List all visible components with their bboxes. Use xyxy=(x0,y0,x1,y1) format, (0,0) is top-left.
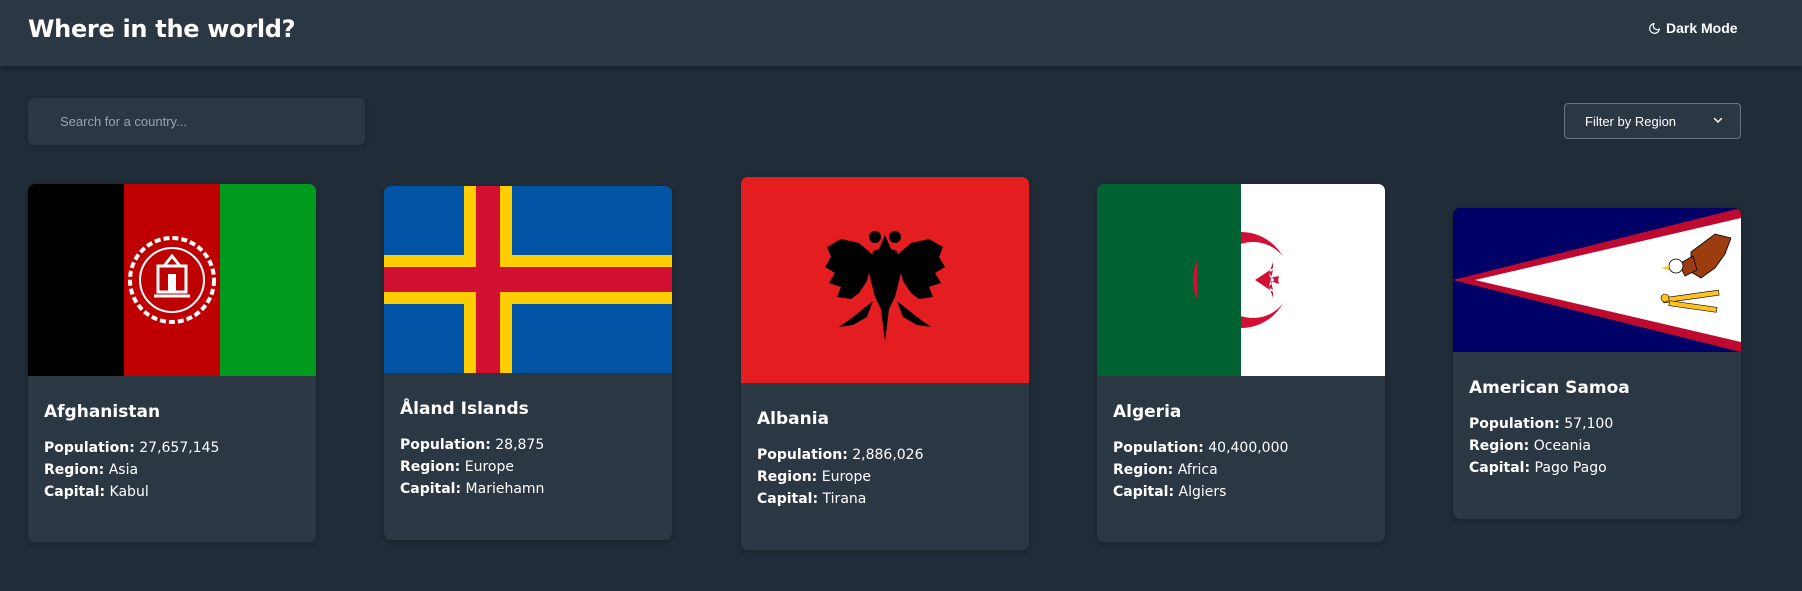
region-label: Region: xyxy=(757,469,818,485)
population-stat: Population: 57,100 xyxy=(1469,413,1725,435)
population-value: 28,875 xyxy=(495,437,545,453)
capital-value: Tirana xyxy=(822,491,867,507)
population-value: 2,886,026 xyxy=(852,447,924,463)
capital-stat: Capital: Mariehamn xyxy=(400,478,656,500)
capital-stat: Capital: Algiers xyxy=(1113,481,1369,503)
country-name: Afghanistan xyxy=(44,402,161,422)
region-stat: Region: Europe xyxy=(757,466,1013,488)
capital-label: Capital: xyxy=(757,491,819,507)
country-card-american-samoa[interactable]: American Samoa Population: 57,100 Region… xyxy=(1453,208,1741,519)
capital-value: Pago Pago xyxy=(1534,460,1607,476)
app-header: Where in the world? Dark Mode xyxy=(0,0,1802,66)
search-input[interactable] xyxy=(28,98,365,145)
population-label: Population: xyxy=(400,437,491,453)
region-filter-dropdown[interactable]: Filter by Region xyxy=(1564,103,1741,139)
population-label: Population: xyxy=(1469,416,1560,432)
region-stat: Region: Asia xyxy=(44,459,300,481)
country-card-albania[interactable]: Albania Population: 2,886,026 Region: Eu… xyxy=(741,177,1029,550)
capital-stat: Capital: Pago Pago xyxy=(1469,457,1725,479)
country-name: Albania xyxy=(757,409,830,429)
region-stat: Region: Africa xyxy=(1113,459,1369,481)
country-name: Åland Islands xyxy=(400,399,529,419)
region-value: Africa xyxy=(1177,462,1218,478)
aland-islands-flag xyxy=(384,186,672,373)
capital-label: Capital: xyxy=(1469,460,1531,476)
capital-label: Capital: xyxy=(1113,484,1175,500)
population-label: Population: xyxy=(1113,440,1204,456)
population-label: Population: xyxy=(44,440,135,456)
region-label: Region: xyxy=(400,459,461,475)
region-label: Region: xyxy=(1469,438,1530,454)
population-stat: Population: 2,886,026 xyxy=(757,444,1013,466)
population-stat: Population: 40,400,000 xyxy=(1113,437,1369,459)
dark-mode-toggle[interactable]: Dark Mode xyxy=(1648,20,1738,36)
region-value: Europe xyxy=(464,459,514,475)
region-value: Oceania xyxy=(1533,438,1591,454)
population-stat: Population: 27,657,145 xyxy=(44,437,300,459)
population-value: 27,657,145 xyxy=(139,440,220,456)
population-value: 40,400,000 xyxy=(1208,440,1289,456)
region-stat: Region: Europe xyxy=(400,456,656,478)
region-value: Asia xyxy=(108,462,139,478)
capital-stat: Capital: Kabul xyxy=(44,481,300,503)
moon-icon xyxy=(1648,22,1661,35)
capital-value: Algiers xyxy=(1178,484,1227,500)
region-stat: Region: Oceania xyxy=(1469,435,1725,457)
population-label: Population: xyxy=(757,447,848,463)
population-stat: Population: 28,875 xyxy=(400,434,656,456)
country-name: Algeria xyxy=(1113,402,1182,422)
algeria-flag xyxy=(1097,184,1385,376)
capital-value: Kabul xyxy=(109,484,149,500)
albania-flag xyxy=(741,177,1029,383)
region-label: Region: xyxy=(1113,462,1174,478)
chevron-down-icon xyxy=(1712,114,1724,129)
country-card-algeria[interactable]: Algeria Population: 40,400,000 Region: A… xyxy=(1097,184,1385,542)
population-value: 57,100 xyxy=(1564,416,1614,432)
afghanistan-flag xyxy=(28,184,316,376)
capital-label: Capital: xyxy=(44,484,106,500)
search-box xyxy=(28,98,365,145)
dark-mode-label: Dark Mode xyxy=(1666,20,1738,36)
capital-label: Capital: xyxy=(400,481,462,497)
app-title: Where in the world? xyxy=(28,15,296,43)
region-label: Region: xyxy=(44,462,105,478)
capital-stat: Capital: Tirana xyxy=(757,488,1013,510)
country-card-aland-islands[interactable]: Åland Islands Population: 28,875 Region:… xyxy=(384,186,672,540)
region-value: Europe xyxy=(821,469,871,485)
american-samoa-flag xyxy=(1453,208,1741,352)
region-filter-label: Filter by Region xyxy=(1585,113,1677,129)
country-card-afghanistan[interactable]: Afghanistan Population: 27,657,145 Regio… xyxy=(28,184,316,542)
capital-value: Mariehamn xyxy=(465,481,545,497)
country-name: American Samoa xyxy=(1469,378,1630,398)
